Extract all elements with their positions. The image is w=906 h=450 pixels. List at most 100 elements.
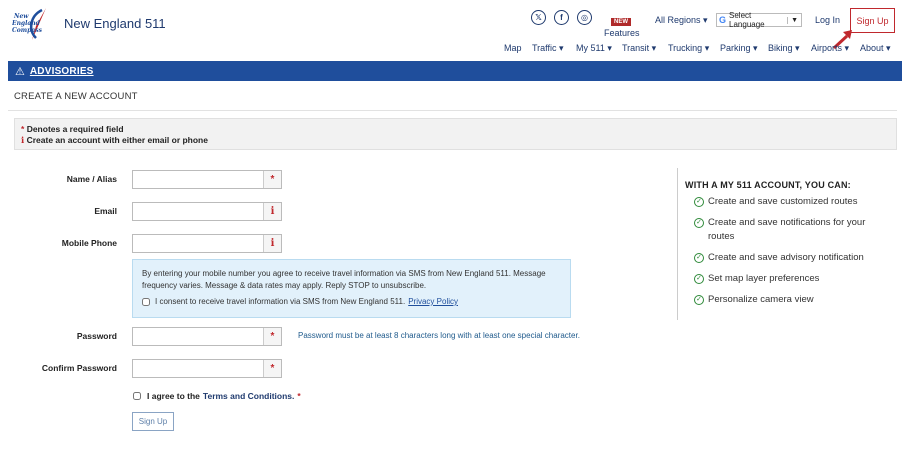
new-badge: NEW [611,18,631,26]
phone-input[interactable] [133,235,263,252]
features-link[interactable]: NEW Features [604,10,640,38]
google-icon: G [719,15,727,25]
info-icon: i [263,235,281,252]
new-england-compass-logo[interactable]: New England Compass [12,6,60,42]
either-note-text: Create an account with either email or p… [26,135,208,145]
either-note: i Create an account with either email or… [21,135,890,147]
benefit-item: ✓ Personalize camera view [694,293,884,307]
sms-consent-text: I consent to receive travel information … [155,297,406,306]
terms-agree-row: I agree to the Terms and Conditions. * [133,391,301,401]
nav-airports-label: Airports [811,43,843,53]
benefit-text: Create and save customized routes [708,196,858,207]
required-star-icon: * [297,391,301,401]
confirm-password-field[interactable]: * [132,359,282,378]
name-label: Name / Alias [66,174,117,184]
x-twitter-icon[interactable]: 𝕏 [531,10,546,25]
nav-biking[interactable]: Biking ▾ [768,43,800,54]
benefit-text: Set map layer preferences [708,273,820,284]
svg-text:England: England [12,20,41,27]
nav-traffic[interactable]: Traffic ▾ [532,43,564,54]
advisories-bar[interactable]: ⚠ ADVISORIES [8,61,902,81]
phone-label: Mobile Phone [61,238,117,248]
nav-my511-label: My 511 [576,43,605,53]
signup-top-button[interactable]: Sign Up [850,8,895,33]
privacy-policy-link[interactable]: Privacy Policy [408,296,458,308]
confirm-password-input[interactable] [133,360,263,377]
sms-info-box: By entering your mobile number you agree… [132,259,571,318]
nav-my511[interactable]: My 511 ▾ [576,43,612,54]
nav-airports[interactable]: Airports ▾ [811,43,849,54]
chevron-down-icon: ▼ [787,16,801,24]
panel-divider [677,168,678,320]
nav-about[interactable]: About ▾ [860,43,891,54]
password-hint: Password must be at least 8 characters l… [298,331,580,340]
svg-text:Compass: Compass [12,27,43,34]
advisories-label: ADVISORIES [29,65,94,77]
facebook-icon[interactable]: f [554,10,569,25]
nav-traffic-label: Traffic [532,43,557,53]
benefit-item: ✓ Create and save customized routes [694,195,884,209]
password-input[interactable] [133,328,263,345]
check-circle-icon: ✓ [694,274,704,284]
sms-consent-row: I consent to receive travel information … [142,296,561,308]
required-star-icon: * [21,124,25,134]
nav-trucking[interactable]: Trucking ▾ [668,43,709,54]
email-field[interactable]: i [132,202,282,221]
password-field[interactable]: * [132,327,282,346]
email-input[interactable] [133,203,263,220]
check-circle-icon: ✓ [694,253,704,263]
name-field[interactable]: * [132,170,282,189]
sms-consent-checkbox[interactable] [142,297,150,306]
benefit-text: Create and save notifications for your r… [708,217,866,242]
chevron-down-icon: ▾ [703,15,708,25]
info-icon: i [263,203,281,220]
required-star-icon: * [263,171,281,188]
instagram-icon[interactable]: ◎ [577,10,592,25]
benefits-title: WITH A MY 511 ACCOUNT, YOU CAN: [685,180,851,190]
nav-transit[interactable]: Transit ▾ [622,43,656,54]
confirm-password-label: Confirm Password [41,363,117,373]
signup-submit-button[interactable]: Sign Up [132,412,174,431]
nav-about-label: About [860,43,884,53]
benefit-text: Create and save advisory notification [708,252,864,263]
language-select-label: Select Language [729,11,765,29]
benefit-item: ✓ Create and save notifications for your… [694,216,884,244]
language-select[interactable]: G Select Language ▼ [716,11,802,29]
form-notice: * Denotes a required field i Create an a… [14,118,897,150]
required-star-icon: * [263,360,281,377]
nav-biking-label: Biking [768,43,793,53]
email-label: Email [94,206,117,216]
all-regions-dropdown[interactable]: All Regions ▾ [655,15,708,26]
warning-icon: ⚠ [15,65,25,78]
name-input[interactable] [133,171,263,188]
page-title: CREATE A NEW ACCOUNT [14,91,138,102]
divider [8,110,897,111]
check-circle-icon: ✓ [694,197,704,207]
sms-disclaimer: By entering your mobile number you agree… [142,269,546,290]
password-label: Password [76,331,117,341]
agree-text: I agree to the [147,391,200,401]
required-note-text: Denotes a required field [26,124,124,134]
terms-link[interactable]: Terms and Conditions. [203,391,294,401]
nav-transit-label: Transit [622,43,650,53]
all-regions-label: All Regions [655,15,701,25]
check-circle-icon: ✓ [694,218,704,228]
benefit-text: Personalize camera view [708,294,814,305]
phone-field[interactable]: i [132,234,282,253]
info-icon: i [21,136,25,146]
required-note: * Denotes a required field [21,124,890,135]
nav-parking-label: Parking [720,43,751,53]
social-links: 𝕏 f ◎ [531,10,592,25]
benefit-item: ✓ Set map layer preferences [694,272,884,286]
required-star-icon: * [263,328,281,345]
nav-trucking-label: Trucking [668,43,703,53]
terms-checkbox[interactable] [133,392,141,400]
features-label: Features [604,28,640,38]
nav-map[interactable]: Map [504,43,522,53]
nav-parking[interactable]: Parking ▾ [720,43,758,54]
login-link[interactable]: Log In [815,15,840,25]
site-brand-name[interactable]: New England 511 [64,16,166,31]
check-circle-icon: ✓ [694,295,704,305]
svg-text:New: New [13,13,29,20]
benefit-item: ✓ Create and save advisory notification [694,251,884,265]
